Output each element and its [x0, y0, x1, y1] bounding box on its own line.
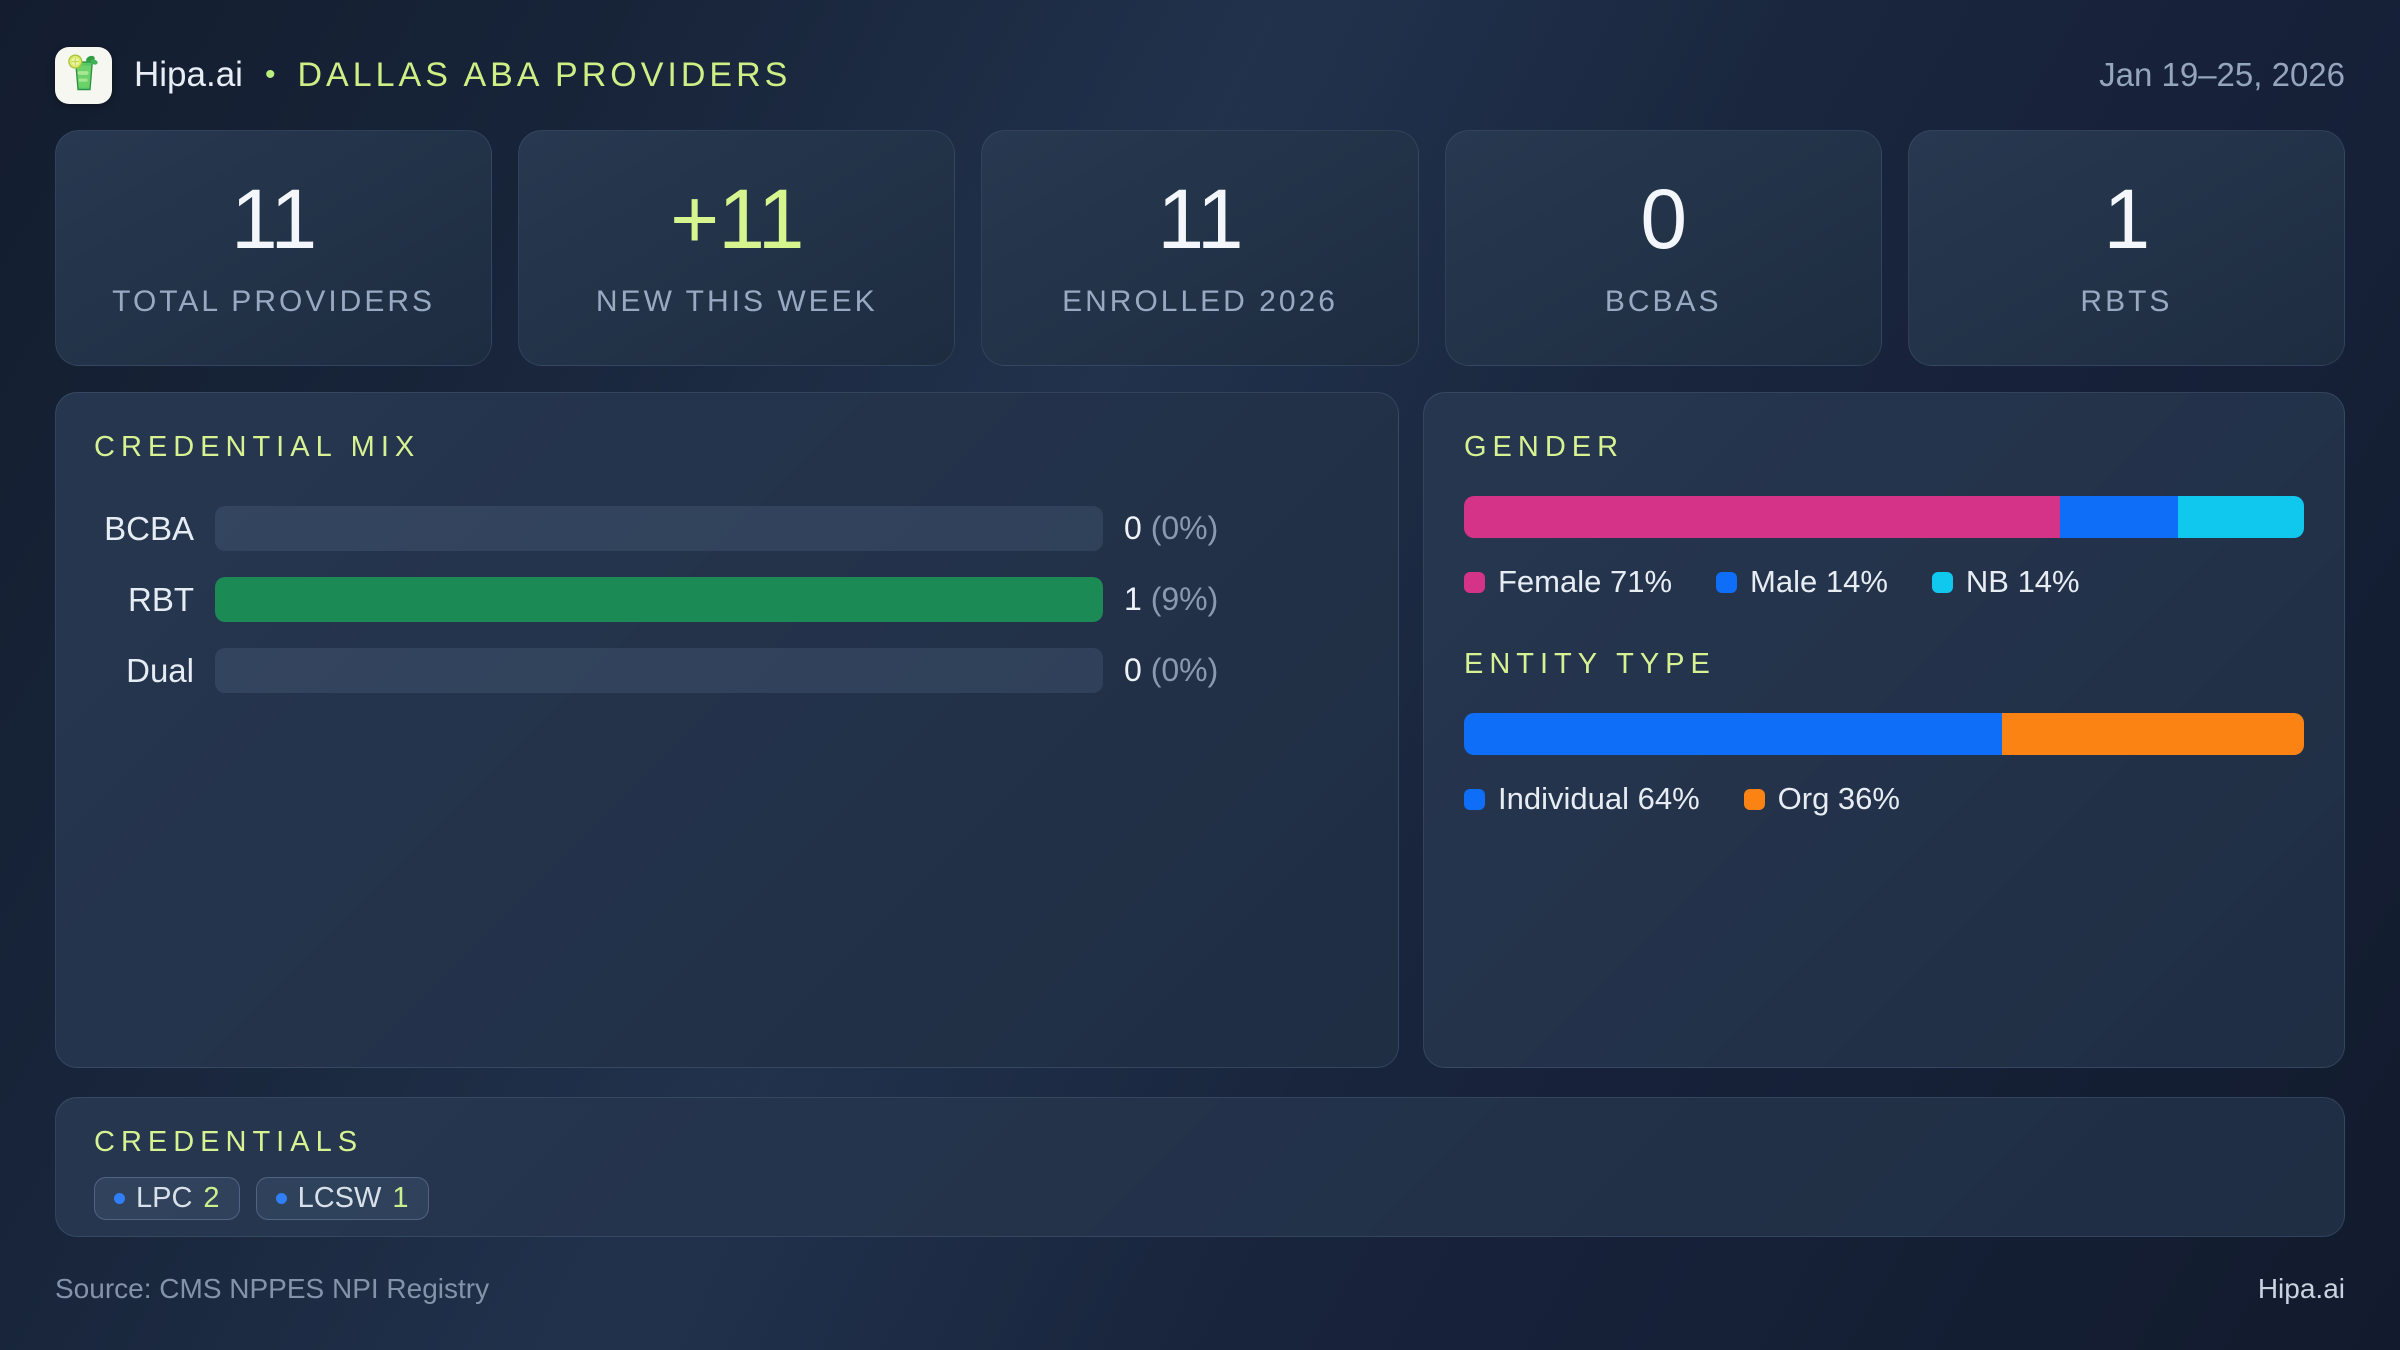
chip-dot-icon	[114, 1193, 125, 1204]
bar-label: Dual	[126, 651, 194, 689]
stat-value: 1	[2103, 172, 2151, 266]
male-swatch-icon	[1716, 571, 1738, 593]
bar-track	[215, 648, 1103, 693]
entity-segment-org	[2001, 713, 2304, 755]
chip-lpc[interactable]: LPC 2	[94, 1177, 240, 1220]
stat-card-new-this-week: +11 NEW THIS WEEK	[518, 130, 956, 366]
demographics-panel: GENDER Female 71% Male 14% NB 14% ENTITY…	[1423, 392, 2345, 1068]
gender-title: GENDER	[1464, 431, 1625, 463]
date-range: Jan 19–25, 2026	[2099, 56, 2345, 93]
credential-row-rbt: RBT 1 (9%)	[94, 577, 1360, 622]
gender-stacked-bar	[1464, 496, 2304, 538]
bar-track	[215, 577, 1103, 622]
gender-segment-nb	[2177, 496, 2304, 538]
female-swatch-icon	[1464, 571, 1485, 593]
stat-card-bcbas: 0 BCBAS	[1444, 130, 1882, 366]
page-title: DALLAS ABA PROVIDERS	[297, 55, 792, 94]
entity-segment-individual	[1464, 713, 2002, 755]
legend-item-nb: NB 14%	[1931, 564, 2080, 600]
dot-separator-icon: •	[264, 58, 276, 91]
bar-label: RBT	[128, 580, 194, 618]
legend-label: Male 14%	[1750, 564, 1888, 599]
credential-mix-panel: CREDENTIAL MIX BCBA 0 (0%) RBT 1 (9%) Du…	[55, 392, 1399, 1068]
bar-value: 0 (0%)	[1124, 652, 1218, 689]
logo-badge	[55, 46, 112, 104]
bar-value: 0 (0%)	[1124, 510, 1218, 547]
footer-brand: Hipa.ai	[2257, 1273, 2345, 1304]
stat-label: BCBAS	[1604, 285, 1722, 318]
bar-label: BCBA	[104, 509, 194, 547]
credential-row-dual: Dual 0 (0%)	[94, 648, 1360, 693]
stat-label: ENROLLED 2026	[1062, 285, 1338, 318]
legend-label: Individual 64%	[1498, 781, 1700, 816]
legend-item-male: Male 14%	[1716, 564, 1888, 600]
gender-segment-female	[1464, 496, 2061, 538]
chip-label: LPC	[136, 1182, 193, 1214]
legend-label: Female 71%	[1498, 564, 1673, 599]
bar-track	[215, 506, 1103, 551]
main-panels: CREDENTIAL MIX BCBA 0 (0%) RBT 1 (9%) Du…	[55, 392, 2345, 1068]
individual-swatch-icon	[1464, 788, 1485, 810]
credentials-title: CREDENTIALS	[94, 1126, 364, 1158]
stat-card-rbts: 1 RBTS	[1907, 130, 2346, 366]
stat-value: 0	[1640, 172, 1687, 266]
footer: Source: CMS NPPES NPI Registry Hipa.ai	[55, 1273, 2345, 1305]
dashboard-page: Hipa.ai • DALLAS ABA PROVIDERS Jan 19–25…	[0, 0, 2400, 1350]
source-note: Source: CMS NPPES NPI Registry	[55, 1273, 490, 1304]
bar-percent: (9%)	[1150, 581, 1219, 617]
stat-value: +11	[670, 172, 804, 266]
legend-label: NB 14%	[1965, 564, 2080, 599]
credential-mix-title: CREDENTIAL MIX	[94, 431, 421, 463]
bar-value: 1 (9%)	[1124, 581, 1218, 618]
brand-name: Hipa.ai	[134, 55, 243, 94]
bar-percent: (0%)	[1150, 652, 1219, 688]
bar-fill	[215, 577, 1103, 622]
chip-label: LCSW	[297, 1182, 382, 1214]
stat-value: 11	[1157, 172, 1243, 266]
credential-row-bcba: BCBA 0 (0%)	[94, 506, 1360, 551]
gender-segment-male	[2060, 496, 2178, 538]
legend-item-female: Female 71%	[1464, 564, 1672, 600]
gender-legend: Female 71% Male 14% NB 14%	[1464, 564, 2304, 600]
entity-type-title: ENTITY TYPE	[1464, 648, 1716, 680]
chip-count: 1	[392, 1182, 409, 1214]
stat-label: NEW THIS WEEK	[595, 285, 878, 318]
stat-cards-row: 11 TOTAL PROVIDERS +11 NEW THIS WEEK 11 …	[55, 130, 2346, 366]
bar-count: 0	[1124, 510, 1142, 546]
credential-mix-chart: BCBA 0 (0%) RBT 1 (9%) Dual 0 (0%)	[94, 506, 1360, 693]
stat-card-enrolled: 11 ENROLLED 2026	[981, 130, 1419, 366]
bar-count: 0	[1124, 652, 1142, 688]
entity-legend: Individual 64% Org 36%	[1464, 781, 2304, 817]
chip-dot-icon	[275, 1193, 287, 1204]
chip-count: 2	[203, 1182, 220, 1214]
credentials-panel: CREDENTIALS LPC 2 LCSW 1	[55, 1097, 2345, 1237]
nb-swatch-icon	[1931, 571, 1953, 593]
bar-percent: (0%)	[1150, 510, 1219, 546]
org-swatch-icon	[1743, 788, 1765, 810]
stat-label: TOTAL PROVIDERS	[112, 285, 436, 318]
mojito-glass-icon	[62, 51, 106, 100]
legend-item-individual: Individual 64%	[1464, 781, 1700, 817]
stat-value: 11	[231, 172, 317, 266]
legend-label: Org 36%	[1777, 781, 1900, 816]
entity-stacked-bar	[1464, 713, 2304, 755]
stat-label: RBTS	[2080, 285, 2173, 318]
legend-item-org: Org 36%	[1743, 781, 1900, 817]
bar-count: 1	[1124, 581, 1142, 617]
stat-card-total-providers: 11 TOTAL PROVIDERS	[55, 130, 493, 366]
header: Hipa.ai • DALLAS ABA PROVIDERS Jan 19–25…	[55, 46, 2345, 104]
credential-chips: LPC 2 LCSW 1	[94, 1177, 2306, 1220]
chip-lcsw[interactable]: LCSW 1	[255, 1177, 429, 1220]
